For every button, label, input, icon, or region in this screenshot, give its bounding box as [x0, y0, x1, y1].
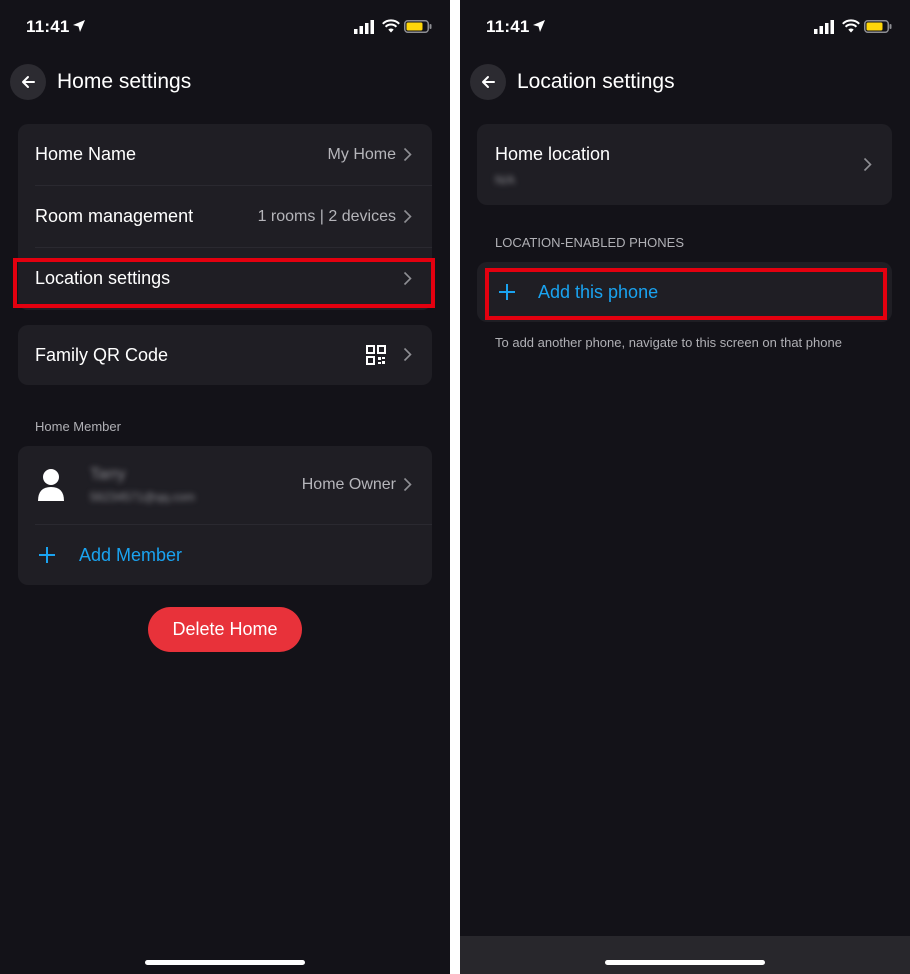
page-title: Location settings	[517, 70, 675, 93]
battery-icon	[864, 20, 892, 33]
arrow-left-icon	[482, 76, 495, 88]
page-title: Home settings	[57, 70, 192, 93]
wifi-icon	[842, 19, 860, 33]
qr-code-icon	[366, 345, 386, 365]
wifi-icon	[382, 19, 400, 33]
status-bar: 11:41	[460, 14, 910, 40]
home-name-row[interactable]: Home Name My Home	[18, 124, 432, 186]
delete-home-button[interactable]: Delete Home	[148, 607, 302, 652]
room-management-value: 1 rooms | 2 devices	[257, 208, 396, 225]
chevron-right-icon	[403, 209, 412, 224]
highlight-box	[485, 268, 887, 320]
chevron-right-icon	[403, 147, 412, 162]
location-arrow-icon	[533, 20, 545, 32]
home-indicator	[605, 960, 765, 965]
family-qr-card[interactable]: Family QR Code	[18, 325, 432, 385]
home-location-value: N/A	[495, 173, 516, 187]
plus-icon	[39, 547, 55, 563]
add-member-label: Add Member	[79, 545, 183, 565]
user-avatar-icon	[38, 469, 64, 501]
home-location-row[interactable]: Home location N/A	[477, 124, 892, 205]
cellular-signal-icon	[814, 20, 834, 34]
arrow-left-icon	[22, 76, 35, 88]
home-member-section-label: Home Member	[35, 419, 121, 434]
home-settings-screen: 11:41 Home settings Home Name My Home Ro…	[0, 0, 450, 974]
room-management-label: Room management	[35, 206, 194, 226]
cellular-signal-icon	[354, 20, 374, 34]
add-member-button[interactable]: Add Member	[18, 525, 432, 585]
location-enabled-phones-section-label: LOCATION-ENABLED PHONES	[495, 235, 685, 250]
member-card: Tarry 56234571@qq.com Home Owner Add Mem…	[18, 446, 432, 585]
family-qr-label: Family QR Code	[35, 345, 169, 365]
chevron-right-icon	[403, 347, 412, 362]
home-name-value: My Home	[327, 146, 396, 163]
back-button[interactable]	[470, 64, 506, 100]
status-time: 11:41	[486, 17, 530, 36]
chevron-right-icon	[403, 477, 412, 492]
location-arrow-icon	[73, 20, 85, 32]
back-button[interactable]	[10, 64, 46, 100]
status-time: 11:41	[26, 17, 70, 36]
home-name-label: Home Name	[35, 144, 137, 164]
member-email: 56234571@qq.com	[90, 490, 195, 504]
highlight-box	[13, 258, 435, 308]
battery-icon	[404, 20, 432, 33]
location-settings-screen: 11:41 Location settings Home location N/…	[460, 0, 910, 974]
room-management-row[interactable]: Room management 1 rooms | 2 devices	[18, 186, 432, 248]
home-location-label: Home location	[495, 144, 611, 164]
member-role: Home Owner	[301, 476, 396, 493]
home-indicator	[145, 960, 305, 965]
hint-text: To add another phone, navigate to this s…	[495, 335, 842, 350]
chevron-right-icon	[863, 157, 872, 172]
nav-bar: Location settings	[470, 62, 900, 102]
status-bar: 11:41	[0, 14, 450, 40]
member-name: Tarry	[90, 466, 126, 483]
bottom-bar	[460, 936, 910, 974]
member-row[interactable]: Tarry 56234571@qq.com Home Owner	[18, 446, 432, 524]
nav-bar: Home settings	[10, 62, 440, 102]
